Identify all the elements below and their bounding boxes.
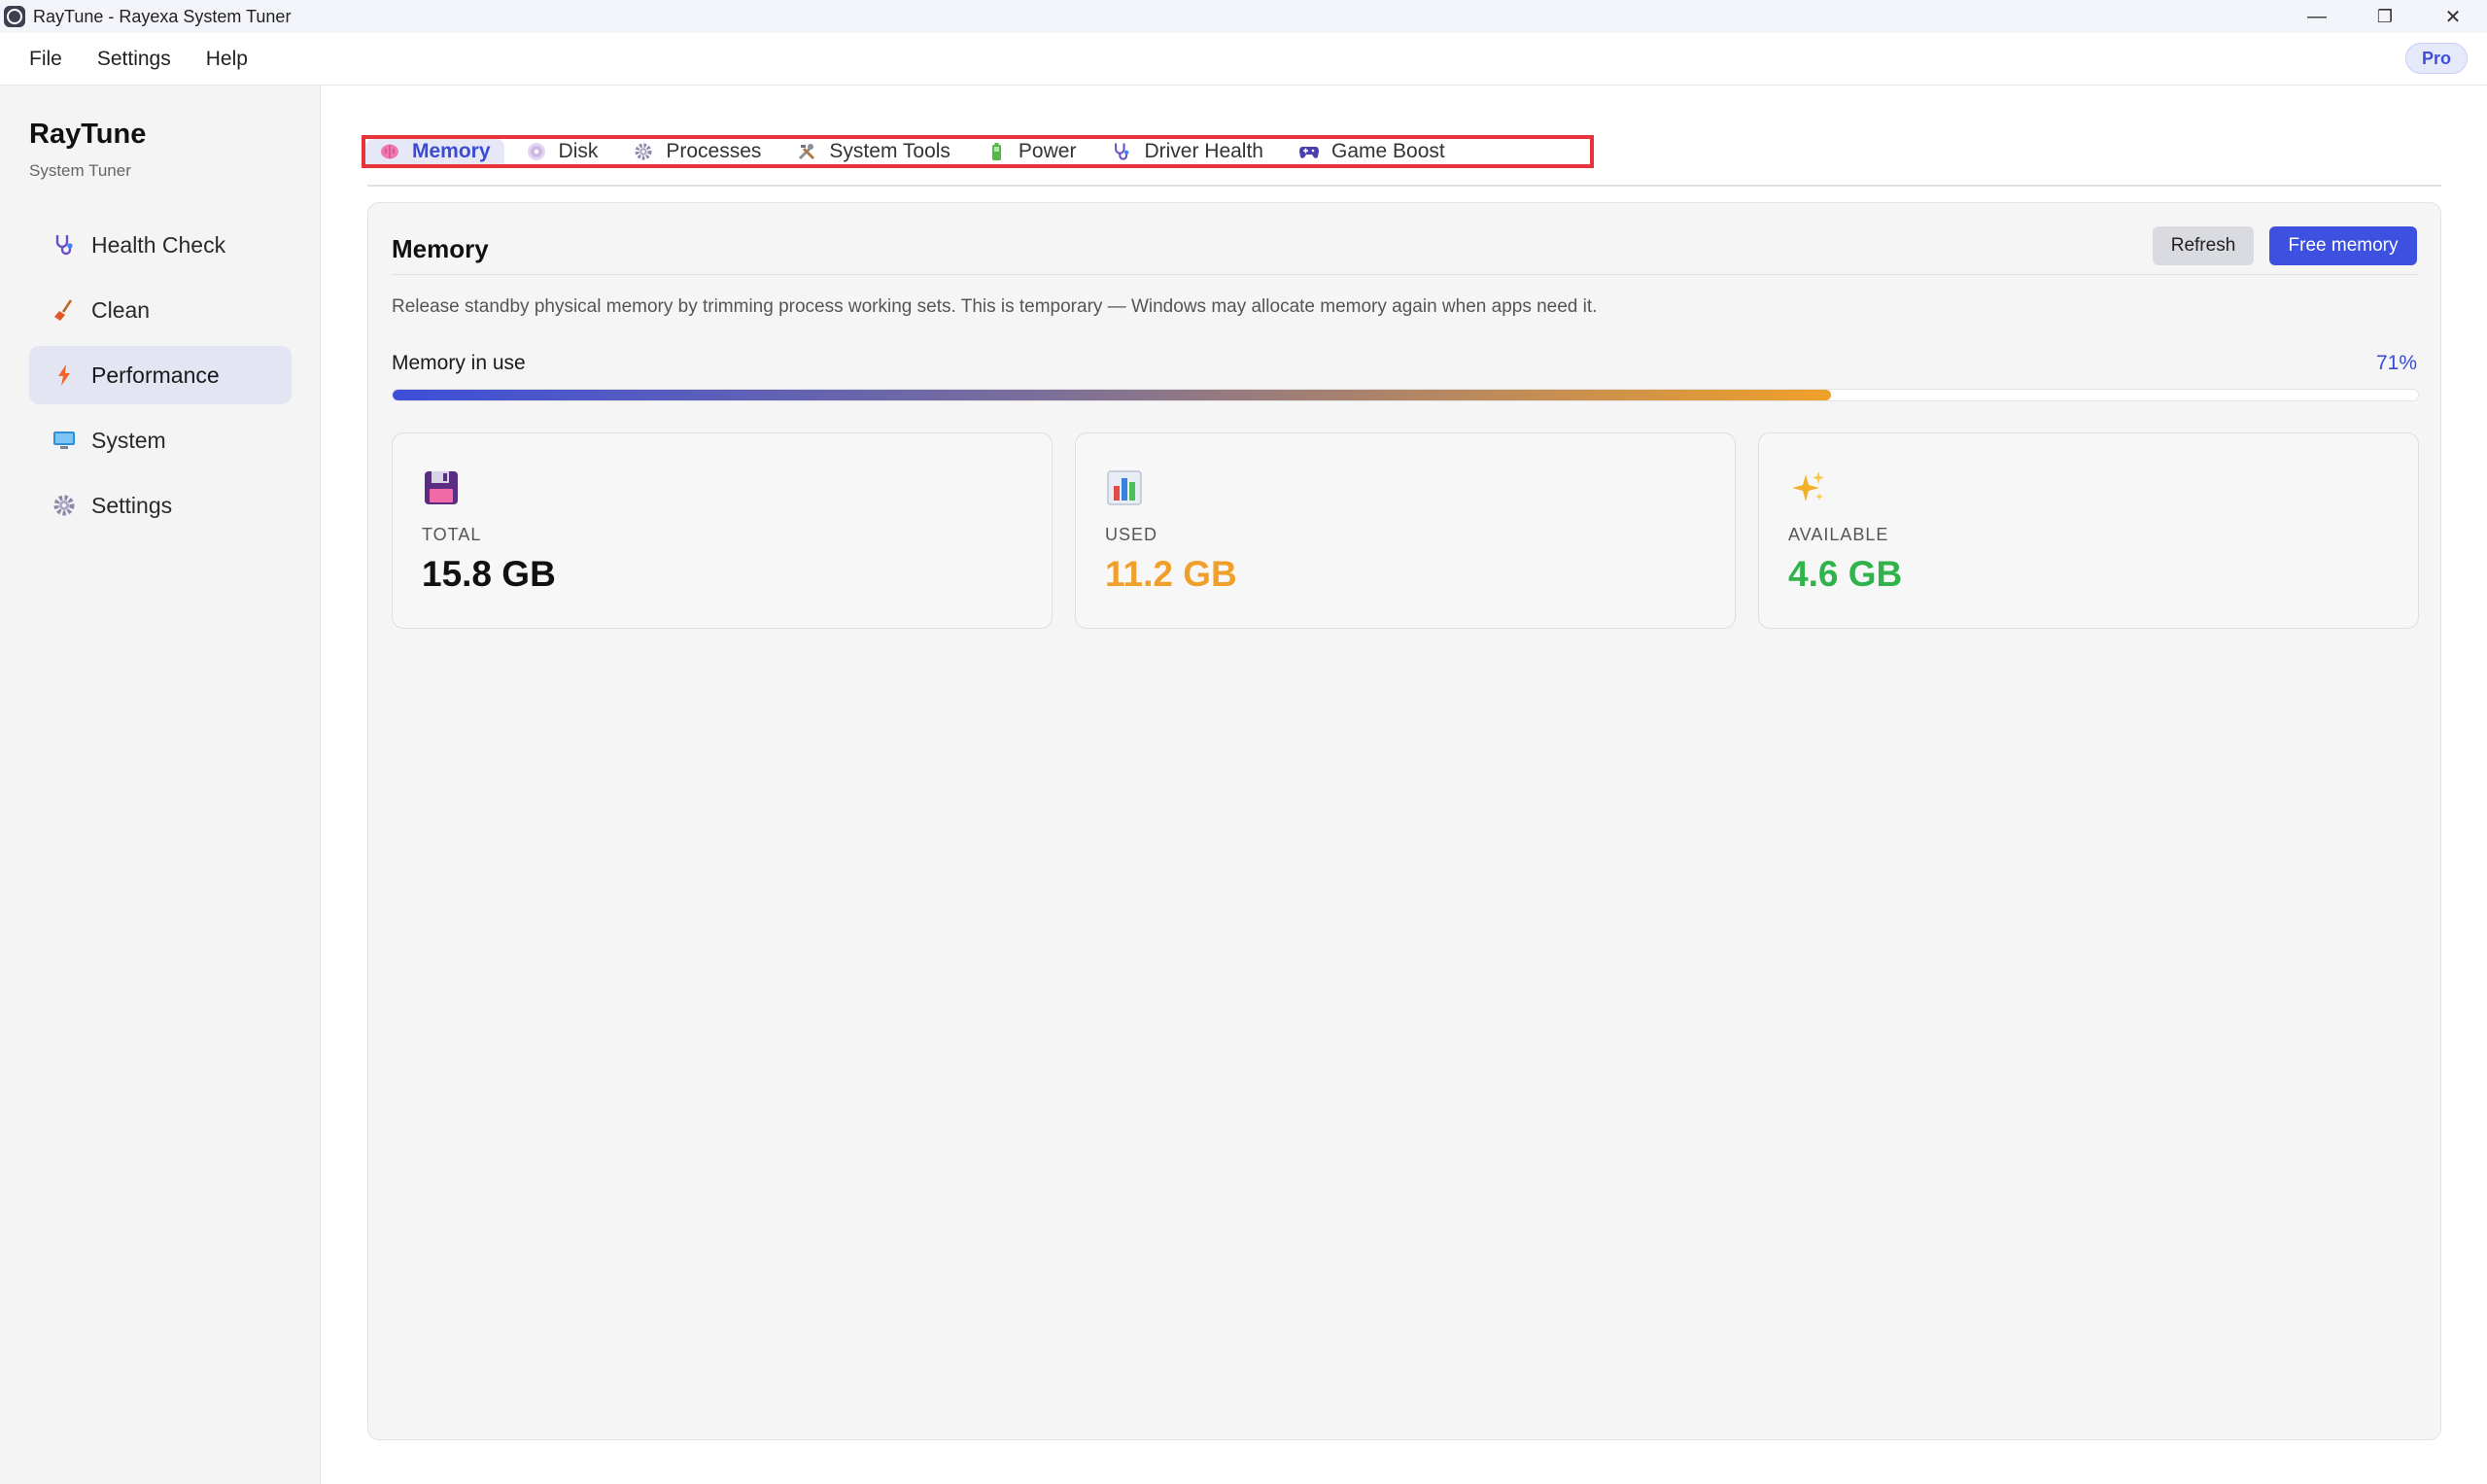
sparkles-icon <box>1788 468 1827 507</box>
memory-usage-fill <box>393 390 1831 400</box>
tab-driver-health[interactable]: Driver Health <box>1097 139 1277 164</box>
refresh-button[interactable]: Refresh <box>2153 226 2254 265</box>
sidebar-item-label: System <box>91 427 166 453</box>
stat-label: AVAILABLE <box>1788 525 1889 544</box>
memory-usage-bar <box>392 389 2419 401</box>
stat-label: USED <box>1105 525 1158 544</box>
sidebar-item-label: Health Check <box>91 231 226 258</box>
tab-memory[interactable]: Memory <box>365 139 504 164</box>
tab-system-tools[interactable]: System Tools <box>782 139 964 164</box>
tabs-divider <box>367 185 2441 187</box>
stat-card-total: TOTAL 15.8 GB <box>392 432 1053 629</box>
restore-button[interactable]: ❐ <box>2351 0 2419 33</box>
window-controls: — ❐ ✕ <box>2283 0 2487 33</box>
stat-label: TOTAL <box>422 525 482 544</box>
disc-icon <box>526 141 547 162</box>
free-memory-button[interactable]: Free memory <box>2269 226 2417 265</box>
menu-help[interactable]: Help <box>206 48 248 71</box>
stat-card-available: AVAILABLE 4.6 GB <box>1758 432 2419 629</box>
brand-subtitle: System Tuner <box>29 161 131 180</box>
sidebar-item-health-check[interactable]: Health Check <box>29 216 292 274</box>
broom-icon <box>51 296 78 324</box>
memory-stats: TOTAL 15.8 GB USED 11.2 GB AVAILABLE 4.6… <box>392 432 2419 629</box>
battery-icon <box>985 141 1007 162</box>
sidebar-item-label: Settings <box>91 492 173 518</box>
menu-file[interactable]: File <box>29 48 62 71</box>
lightning-icon <box>51 362 78 389</box>
sidebar-nav: Health Check Clean Performance System Se… <box>29 216 292 541</box>
gear-icon <box>633 141 654 162</box>
bar-chart-icon <box>1105 468 1144 507</box>
sidebar: RayTune System Tuner Health Check Clean … <box>0 86 321 1484</box>
performance-tabs: Memory Disk Processes System Tools Power… <box>362 135 1594 168</box>
sidebar-item-system[interactable]: System <box>29 411 292 469</box>
app-logo-icon <box>4 6 25 27</box>
sidebar-item-settings[interactable]: Settings <box>29 476 292 535</box>
menu-bar: File Settings Help Pro <box>0 33 2487 86</box>
tab-power[interactable]: Power <box>972 139 1090 164</box>
sidebar-item-performance[interactable]: Performance <box>29 346 292 404</box>
stat-card-used: USED 11.2 GB <box>1075 432 1736 629</box>
tab-label: Disk <box>558 140 599 162</box>
tab-disk[interactable]: Disk <box>512 139 612 164</box>
menu-settings[interactable]: Settings <box>97 48 171 71</box>
tab-label: System Tools <box>829 140 950 162</box>
tab-label: Power <box>1018 140 1077 162</box>
stethoscope-icon <box>51 231 78 259</box>
sidebar-item-clean[interactable]: Clean <box>29 281 292 339</box>
window-title: RayTune - Rayexa System Tuner <box>33 6 292 26</box>
tab-label: Memory <box>412 140 491 162</box>
panel-description: Release standby physical memory by trimm… <box>392 296 1598 317</box>
title-bar: RayTune - Rayexa System Tuner — ❐ ✕ <box>0 0 2487 33</box>
stat-value: 15.8 GB <box>422 554 556 594</box>
panel-title: Memory <box>392 234 489 263</box>
tab-label: Game Boost <box>1331 140 1445 162</box>
stat-value: 4.6 GB <box>1788 554 1903 594</box>
monitor-icon <box>51 427 78 454</box>
brain-icon <box>379 141 400 162</box>
memory-usage-label: Memory in use <box>392 352 526 374</box>
pro-badge[interactable]: Pro <box>2405 43 2468 74</box>
gear-icon <box>51 492 78 519</box>
tab-game-boost[interactable]: Game Boost <box>1285 139 1459 164</box>
gamepad-icon <box>1298 141 1320 162</box>
tab-label: Driver Health <box>1144 140 1263 162</box>
memory-panel: Memory Refresh Free memory Release stand… <box>367 202 2441 1440</box>
stethoscope-icon <box>1111 141 1132 162</box>
panel-divider <box>392 274 2419 275</box>
brand-title: RayTune <box>29 119 147 150</box>
memory-usage-percent: 71% <box>2375 352 2417 374</box>
minimize-button[interactable]: — <box>2283 0 2351 33</box>
close-button[interactable]: ✕ <box>2419 0 2487 33</box>
tools-icon <box>796 141 817 162</box>
stat-value: 11.2 GB <box>1105 554 1237 594</box>
sidebar-item-label: Performance <box>91 362 220 388</box>
sidebar-item-label: Clean <box>91 296 151 323</box>
tab-label: Processes <box>666 140 762 162</box>
floppy-disk-icon <box>422 468 461 507</box>
tab-processes[interactable]: Processes <box>619 139 775 164</box>
